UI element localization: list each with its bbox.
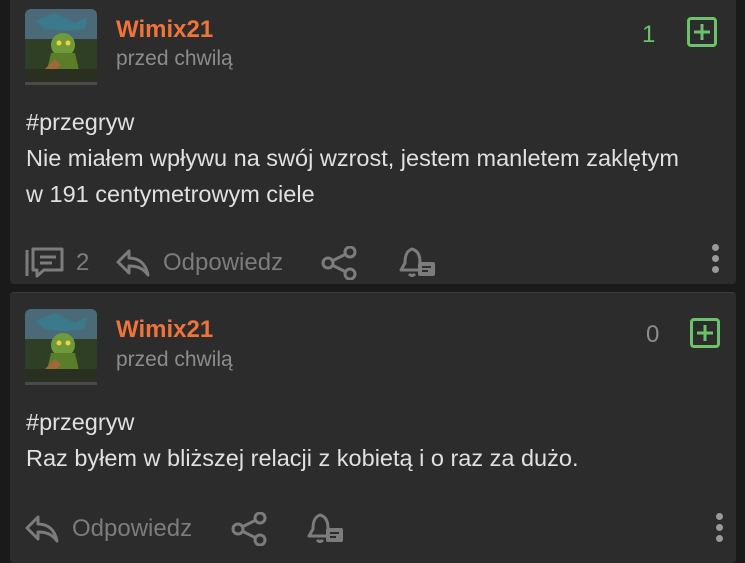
notify-bell-icon <box>306 511 346 547</box>
share-icon <box>231 512 269 546</box>
more-vertical-icon[interactable] <box>716 513 724 546</box>
post-card: Wimix21 przed chwilą 1 #przegryw Nie mia… <box>10 0 736 284</box>
post-timestamp: przed chwilą <box>116 47 233 70</box>
reply-button[interactable]: Odpowiedz <box>115 243 283 283</box>
post-actions: Odpowiedz <box>10 509 736 549</box>
post-tag[interactable]: #przegryw <box>26 104 696 140</box>
vote-count: 0 <box>646 321 660 348</box>
avatar[interactable] <box>25 9 97 81</box>
share-button[interactable] <box>231 509 269 549</box>
notify-button[interactable] <box>398 243 438 283</box>
comments-button[interactable]: 2 <box>24 243 89 283</box>
reply-label: Odpowiedz <box>163 249 284 276</box>
reply-icon <box>24 513 60 545</box>
notify-bell-icon <box>398 245 438 281</box>
post-author[interactable]: Wimix21 <box>116 16 213 44</box>
post-author[interactable]: Wimix21 <box>116 316 213 344</box>
post-body: #przegryw Nie miałem wpływu na swój wzro… <box>26 104 696 212</box>
vote-count: 1 <box>642 21 656 48</box>
post-actions: 2 Odpowiedz <box>10 243 736 283</box>
avatar-underline <box>25 82 97 85</box>
share-icon <box>321 246 359 280</box>
comments-icon <box>24 246 66 280</box>
reply-icon <box>115 247 151 279</box>
avatar-underline <box>25 382 97 385</box>
notify-button[interactable] <box>306 509 346 549</box>
reply-button[interactable]: Odpowiedz <box>24 509 192 549</box>
comments-count: 2 <box>76 249 90 276</box>
plus-box-icon[interactable] <box>690 318 720 348</box>
post-text: Raz byłem w bliższej relacji z kobietą i… <box>26 445 579 471</box>
share-button[interactable] <box>321 243 359 283</box>
avatar[interactable] <box>25 309 97 381</box>
post-card: Wimix21 przed chwilą 0 #przegryw Raz był… <box>10 292 736 563</box>
post-tag[interactable]: #przegryw <box>26 404 696 440</box>
more-vertical-icon[interactable] <box>712 244 720 277</box>
post-text: Nie miałem wpływu na swój wzrost, jestem… <box>26 145 679 207</box>
post-timestamp: przed chwilą <box>116 348 233 371</box>
reply-label: Odpowiedz <box>72 515 193 542</box>
plus-box-icon[interactable] <box>687 17 717 47</box>
post-body: #przegryw Raz byłem w bliższej relacji z… <box>26 404 696 476</box>
